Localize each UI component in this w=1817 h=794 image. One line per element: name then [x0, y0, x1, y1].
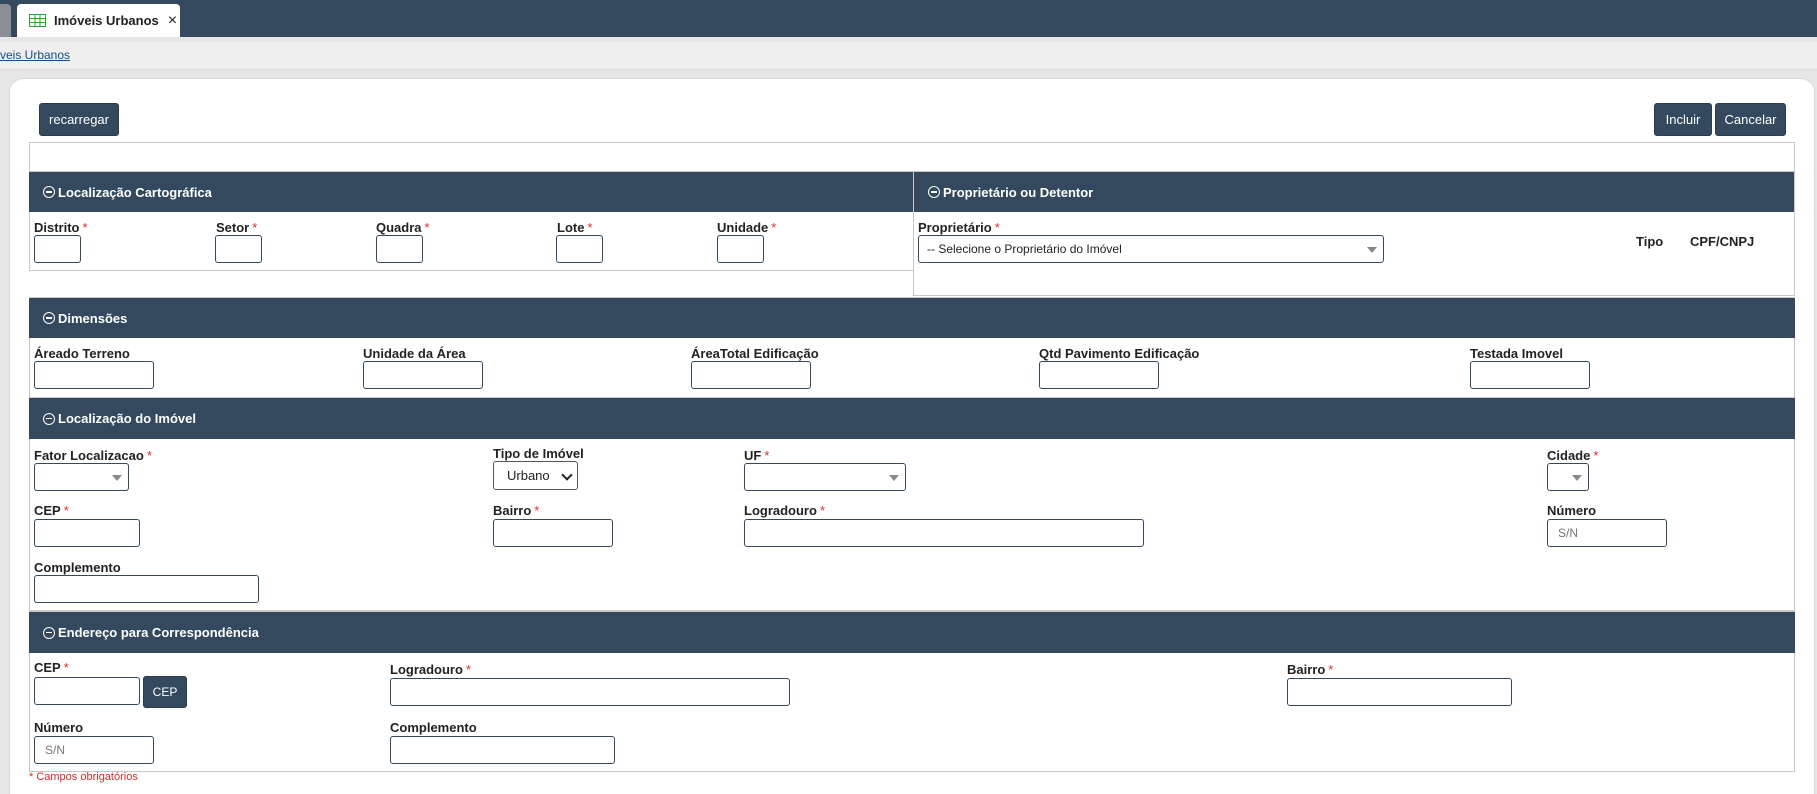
bairro-input[interactable]: [493, 519, 613, 547]
setor-input[interactable]: [215, 235, 262, 263]
cidade-select[interactable]: [1547, 463, 1589, 491]
cep-lookup-button[interactable]: CEP: [143, 676, 187, 708]
distrito-label: Distrito *: [34, 220, 88, 235]
owner-col-tipo: Tipo: [1636, 234, 1664, 249]
required-fields-note: * Campos obrigatórios: [29, 771, 138, 783]
chevron-down-icon: [561, 469, 573, 481]
qtd-pavimento-input[interactable]: [1039, 361, 1159, 389]
collapse-icon[interactable]: [43, 312, 55, 324]
corr-numero-label: Número: [34, 720, 84, 735]
unidade-input[interactable]: [717, 235, 764, 263]
fator-select[interactable]: [34, 463, 129, 491]
collapse-icon[interactable]: [43, 186, 55, 198]
chevron-down-icon: [1367, 247, 1377, 253]
reload-button[interactable]: recarregar: [39, 103, 119, 136]
owner-col-cpf: CPF/CNPJ: [1690, 234, 1755, 249]
unidade-label: Unidade *: [717, 220, 777, 235]
numero-label: Número: [1547, 503, 1597, 518]
panel-title: Dimensões: [58, 310, 128, 326]
breadcrumb: veis Urbanos: [0, 42, 1817, 70]
collapse-icon[interactable]: [43, 412, 55, 425]
area-terreno-input[interactable]: [34, 361, 154, 389]
complemento-label: Complemento: [34, 560, 121, 575]
panel-title: Endereço para Correspondência: [58, 625, 259, 640]
breadcrumb-link[interactable]: veis Urbanos: [0, 48, 70, 62]
proprietario-label: Proprietário *: [918, 220, 1000, 235]
dimensions-panel-header[interactable]: Dimensões: [29, 298, 1795, 338]
corr-bairro-input[interactable]: [1287, 678, 1512, 706]
tab-imoveis-urbanos[interactable]: Imóveis Urbanos ×: [17, 4, 180, 37]
area-terreno-label: Áreado Terreno: [34, 346, 130, 361]
correspondence-panel-header[interactable]: Endereço para Correspondência: [29, 612, 1795, 653]
cidade-label: Cidade *: [1547, 448, 1599, 463]
qtd-pavimento-label: Qtd Pavimento Edificação: [1039, 346, 1200, 361]
tipo-imovel-label: Tipo de Imóvel: [493, 446, 584, 461]
include-button[interactable]: Incluir: [1654, 103, 1712, 136]
logradouro-label: Logradouro *: [744, 503, 825, 518]
area-total-input[interactable]: [691, 361, 811, 389]
corr-logradouro-input[interactable]: [390, 678, 790, 706]
testada-label: Testada Imovel: [1470, 346, 1563, 361]
tipo-imovel-select[interactable]: Urbano: [493, 461, 578, 490]
panel-title: Localização Cartográfica: [58, 184, 212, 200]
corr-complemento-input[interactable]: [390, 736, 615, 764]
chevron-down-icon: [889, 475, 899, 481]
setor-label: Setor *: [216, 220, 258, 235]
corr-numero-input[interactable]: S/N: [34, 736, 154, 764]
proprietario-select-value: -- Selecione o Proprietário do Imóvel: [927, 242, 1122, 256]
top-tab-bar: Imóveis Urbanos ×: [0, 0, 1817, 37]
cep-input[interactable]: [34, 519, 140, 547]
lote-input[interactable]: [556, 235, 603, 263]
owner-panel-header[interactable]: Proprietário ou Detentor: [914, 172, 1794, 212]
panel-title: Localização do Imóvel: [58, 411, 196, 426]
collapse-icon[interactable]: [43, 626, 55, 639]
fator-label: Fator Localizacao *: [34, 448, 152, 463]
numero-input[interactable]: S/N: [1547, 519, 1667, 547]
tab-label: Imóveis Urbanos: [54, 13, 159, 28]
corr-cep-label: CEP *: [34, 660, 69, 675]
distrito-input[interactable]: [34, 235, 81, 263]
corr-logradouro-label: Logradouro *: [390, 662, 471, 677]
complemento-input[interactable]: [34, 575, 259, 603]
unidade-area-label: Unidade da Área: [363, 346, 466, 361]
spreadsheet-icon: [29, 14, 46, 27]
lote-label: Lote *: [557, 220, 593, 235]
messages-area: [29, 142, 1795, 172]
area-total-label: ÁreaTotal Edificação: [691, 346, 819, 361]
testada-input[interactable]: [1470, 361, 1590, 389]
cep-label: CEP *: [34, 503, 69, 518]
panel-title: Proprietário ou Detentor: [943, 184, 1094, 200]
chevron-down-icon: [1572, 475, 1582, 481]
quadra-label: Quadra *: [376, 220, 430, 235]
bairro-label: Bairro *: [493, 503, 540, 518]
unidade-area-input[interactable]: [363, 361, 483, 389]
cancel-button[interactable]: Cancelar: [1715, 103, 1786, 136]
corr-complemento-label: Complemento: [390, 720, 477, 735]
logradouro-input[interactable]: [744, 519, 1144, 547]
chevron-down-icon: [112, 475, 122, 481]
corr-cep-input[interactable]: [34, 677, 140, 705]
corr-bairro-label: Bairro *: [1287, 662, 1334, 677]
location-panel-header[interactable]: Localização do Imóvel: [29, 398, 1795, 439]
close-icon[interactable]: ×: [168, 12, 177, 29]
tipo-imovel-value: Urbano: [507, 468, 550, 483]
previous-tab-stub[interactable]: [0, 4, 11, 37]
collapse-icon[interactable]: [928, 186, 940, 198]
uf-label: UF *: [744, 448, 770, 463]
cartographic-panel-header[interactable]: Localização Cartográfica: [29, 172, 913, 212]
uf-select[interactable]: [744, 463, 906, 491]
proprietario-select[interactable]: -- Selecione o Proprietário do Imóvel: [918, 235, 1384, 263]
quadra-input[interactable]: [376, 235, 423, 263]
